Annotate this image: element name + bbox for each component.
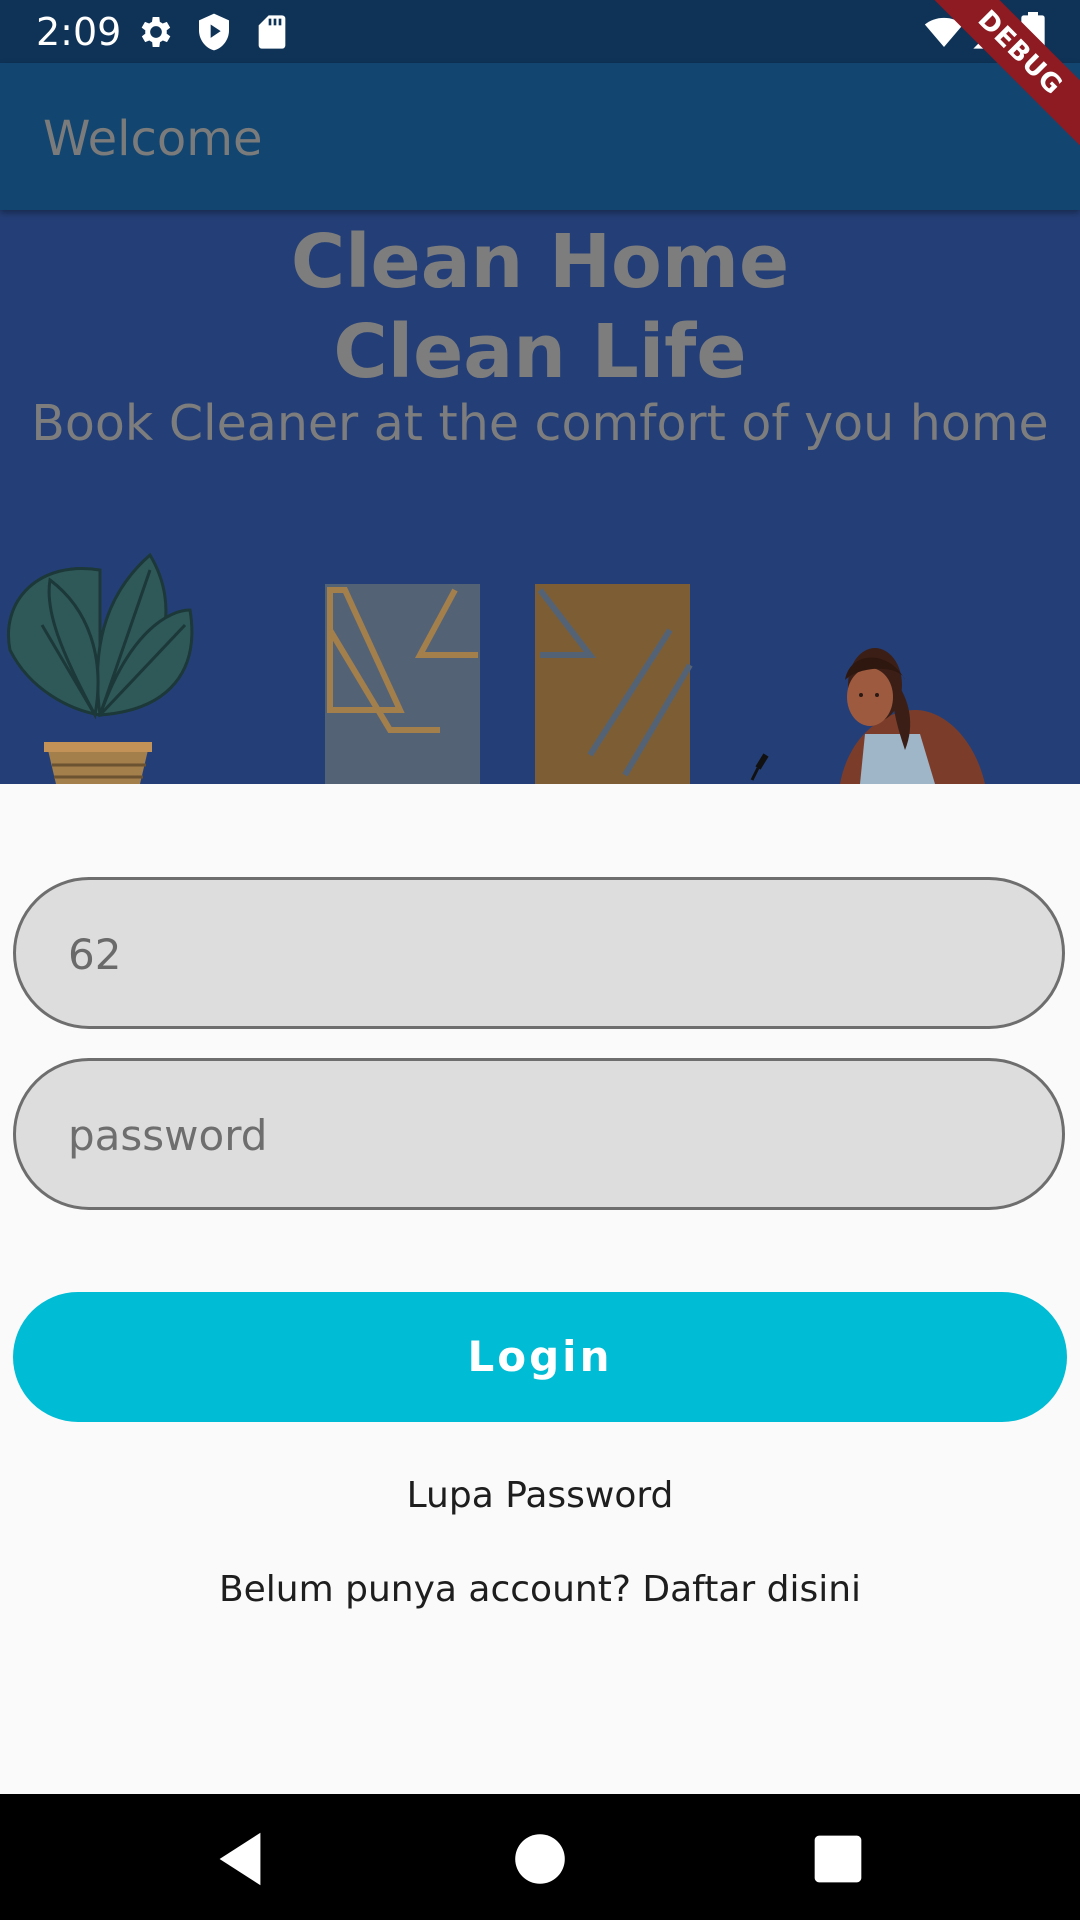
- sd-card-icon: [258, 15, 286, 49]
- recents-icon[interactable]: [803, 1824, 873, 1894]
- forgot-password-link[interactable]: Lupa Password: [0, 1475, 1080, 1516]
- register-link[interactable]: Belum punya account? Daftar disini: [0, 1569, 1080, 1610]
- status-time: 2:09: [36, 10, 122, 54]
- left-panel-illustration: [325, 584, 480, 784]
- plant-illustration: [7, 552, 194, 784]
- hero-banner: Clean Home Clean Life Book Cleaner at th…: [0, 210, 1080, 784]
- phone-input[interactable]: [66, 880, 1020, 1028]
- phone-field[interactable]: [13, 877, 1065, 1029]
- login-screen: 2:09 Welcome DEBUG Clean Home Clean Life…: [0, 0, 1080, 1920]
- right-panel-illustration: [535, 584, 693, 784]
- hero-subtitle: Book Cleaner at the comfort of you home: [31, 395, 1049, 452]
- app-bar-title: Welcome: [43, 111, 263, 167]
- home-icon[interactable]: [505, 1824, 575, 1894]
- hero-title-line2: Clean Life: [333, 309, 747, 395]
- app-bar: Welcome: [0, 63, 1080, 210]
- password-input[interactable]: [66, 1061, 1020, 1209]
- settings-icon: [141, 17, 171, 47]
- status-bar: 2:09: [0, 0, 1080, 63]
- login-button[interactable]: Login: [13, 1292, 1067, 1422]
- back-icon[interactable]: [205, 1824, 275, 1894]
- hero-title-line1: Clean Home: [290, 219, 790, 305]
- cleaner-woman-illustration: [750, 648, 985, 784]
- shield-play-icon: [199, 13, 229, 51]
- password-field[interactable]: [13, 1058, 1065, 1210]
- navigation-bar: [0, 1794, 1080, 1920]
